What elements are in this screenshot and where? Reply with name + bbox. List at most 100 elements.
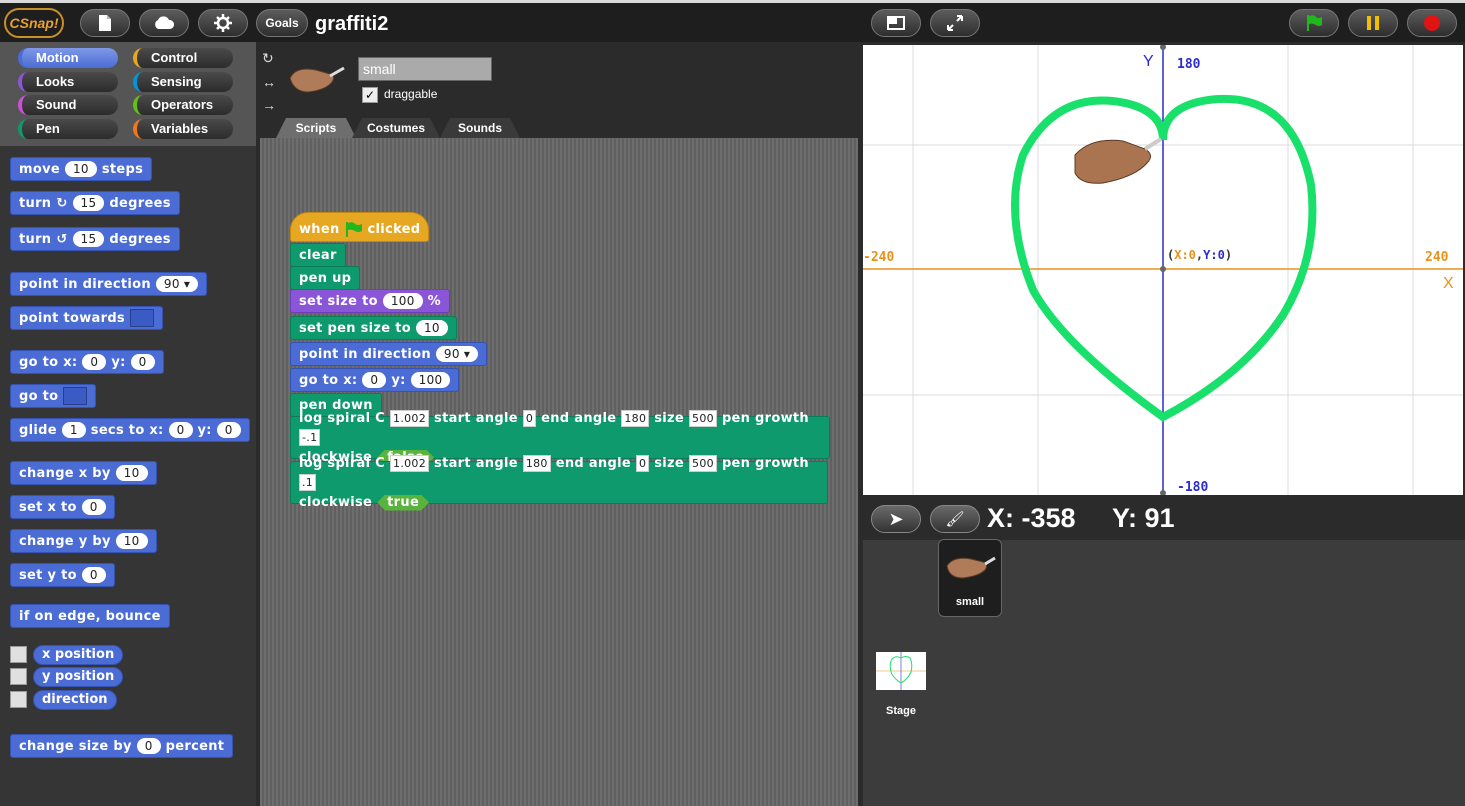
point-direction-block[interactable]: point in direction 90 ▾ <box>10 272 208 296</box>
log-spiral-block-2[interactable]: log spiral C 1.002 start angle 180 end ang… <box>290 454 828 504</box>
point-direction-block[interactable]: point in direction 90 ▾ <box>290 342 488 366</box>
y-position-reporter[interactable]: y position <box>33 667 124 687</box>
secs-input[interactable]: 1 <box>61 422 86 438</box>
y-input[interactable]: 0 <box>130 354 155 370</box>
direction-reporter[interactable]: direction <box>33 690 117 710</box>
stage[interactable]: Y 180 -180 -240 240 X (X:0,Y:0) <box>863 45 1463 495</box>
x-input[interactable]: 0 <box>362 372 387 388</box>
c-input[interactable]: 1.002 <box>390 454 430 472</box>
rotation-free-icon[interactable]: ↻ <box>262 50 274 67</box>
c-input[interactable]: 1.002 <box>390 409 430 427</box>
when-flag-clicked-hat[interactable]: when clicked <box>290 212 430 242</box>
origin-y: Y:0 <box>1203 248 1225 262</box>
value-input[interactable]: 0 <box>81 499 106 515</box>
y-position-checkbox[interactable] <box>10 668 27 685</box>
direction-checkbox[interactable] <box>10 691 27 708</box>
value-input[interactable]: 10 <box>115 465 148 481</box>
end-angle-input[interactable]: 0 <box>635 454 650 472</box>
turn-cw-block[interactable]: turn ↻ 15 degrees <box>10 191 180 215</box>
green-flag-button[interactable] <box>1289 9 1339 37</box>
tab-sounds[interactable]: Sounds <box>440 118 520 138</box>
block-text: if on edge, bounce <box>19 608 161 624</box>
sprite-thumbnail-hand <box>946 556 996 579</box>
point-towards-block[interactable]: point towards <box>10 306 163 330</box>
sprite-name-field[interactable]: small <box>358 57 492 81</box>
direction-dropdown[interactable]: 90 ▾ <box>155 276 199 292</box>
block-text: turn <box>19 231 52 247</box>
change-y-block[interactable]: change y by 10 <box>10 529 157 553</box>
category-pen[interactable]: Pen <box>18 119 118 139</box>
size-input[interactable]: 100 <box>382 293 423 309</box>
pen-size-input[interactable]: 10 <box>415 320 448 336</box>
category-variables[interactable]: Variables <box>133 119 233 139</box>
target-dropdown[interactable] <box>129 309 154 327</box>
pen-growth-input[interactable]: -.1 <box>299 428 321 446</box>
degrees-input[interactable]: 15 <box>72 195 105 211</box>
file-button[interactable] <box>80 9 130 37</box>
draggable-checkbox[interactable]: ✓ <box>362 87 378 103</box>
rotation-none-icon[interactable]: → <box>262 97 276 113</box>
pen-up-block[interactable]: pen up <box>290 266 361 290</box>
category-looks[interactable]: Looks <box>18 72 118 92</box>
clear-block[interactable]: clear <box>290 243 346 267</box>
value-input[interactable]: 0 <box>136 738 161 754</box>
pause-button[interactable] <box>1348 9 1398 37</box>
category-motion[interactable]: Motion <box>18 48 118 68</box>
goto-xy-block[interactable]: go to x: 0 y: 100 <box>290 368 460 392</box>
value-input[interactable]: 10 <box>115 533 148 549</box>
value-input[interactable]: 0 <box>81 567 106 583</box>
fullscreen-button[interactable] <box>930 9 980 37</box>
steps-input[interactable]: 10 <box>64 161 97 177</box>
size-input[interactable]: 500 <box>689 454 717 472</box>
csnap-logo[interactable]: CSnap! <box>4 8 64 38</box>
paint-new-sprite-button[interactable]: 🖌 <box>930 505 980 533</box>
category-sound[interactable]: Sound <box>18 95 118 115</box>
x-input[interactable]: 0 <box>168 422 193 438</box>
clockwise-boolean[interactable]: true <box>377 495 429 511</box>
pen-growth-input[interactable]: .1 <box>299 473 317 491</box>
x-input[interactable]: 0 <box>82 354 107 370</box>
size-input[interactable]: 500 <box>689 409 717 427</box>
stage-thumbnail[interactable] <box>876 652 926 690</box>
x-position-checkbox[interactable] <box>10 646 27 663</box>
degrees-input[interactable]: 15 <box>72 231 105 247</box>
normal-stage-button[interactable] <box>871 9 921 37</box>
end-angle-input[interactable]: 180 <box>621 409 650 427</box>
stop-button[interactable] <box>1407 9 1457 37</box>
target-dropdown[interactable] <box>63 387 88 405</box>
turn-ccw-block[interactable]: turn ↺ 15 degrees <box>10 227 180 251</box>
y-input[interactable]: 100 <box>410 372 451 388</box>
settings-button[interactable] <box>198 9 248 37</box>
set-size-block[interactable]: set size to 100% <box>290 289 450 313</box>
log-spiral-block-1[interactable]: log spiral C 1.002 start angle 0 end angle… <box>290 409 830 459</box>
bounce-block[interactable]: if on edge, bounce <box>10 604 170 628</box>
category-sensing[interactable]: Sensing <box>133 72 233 92</box>
set-x-block[interactable]: set x to 0 <box>10 495 115 519</box>
tab-costumes[interactable]: Costumes <box>352 118 440 138</box>
set-pen-size-block[interactable]: set pen size to 10 <box>290 316 457 340</box>
sprite-icon-small[interactable]: small <box>938 539 1002 617</box>
add-turtle-button[interactable]: ➤ <box>871 505 921 533</box>
tab-scripts[interactable]: Scripts <box>276 118 356 138</box>
chevron-down-icon: ▾ <box>463 347 471 361</box>
block-text: point in direction <box>299 346 431 362</box>
x-position-reporter[interactable]: x position <box>33 645 124 665</box>
move-steps-block[interactable]: move 10 steps <box>10 157 153 181</box>
start-angle-input[interactable]: 0 <box>522 409 537 427</box>
start-angle-input[interactable]: 180 <box>522 454 551 472</box>
category-operators[interactable]: Operators <box>133 95 233 115</box>
rotation-flip-icon[interactable]: ↔ <box>262 74 276 90</box>
brush-icon: 🖌 <box>945 511 965 528</box>
category-control[interactable]: Control <box>133 48 233 68</box>
goto-xy-block[interactable]: go to x: 0 y: 0 <box>10 350 164 374</box>
block-text: change y by <box>19 533 111 549</box>
goals-button[interactable]: Goals <box>256 9 308 37</box>
cloud-button[interactable] <box>139 9 189 37</box>
change-x-block[interactable]: change x by 10 <box>10 461 157 485</box>
set-y-block[interactable]: set y to 0 <box>10 563 115 587</box>
glide-block[interactable]: glide 1 secs to x: 0 y: 0 <box>10 418 250 442</box>
goto-block[interactable]: go to <box>10 384 97 408</box>
direction-dropdown[interactable]: 90 ▾ <box>435 346 479 362</box>
change-size-block[interactable]: change size by 0 percent <box>10 734 234 758</box>
y-input[interactable]: 0 <box>216 422 241 438</box>
